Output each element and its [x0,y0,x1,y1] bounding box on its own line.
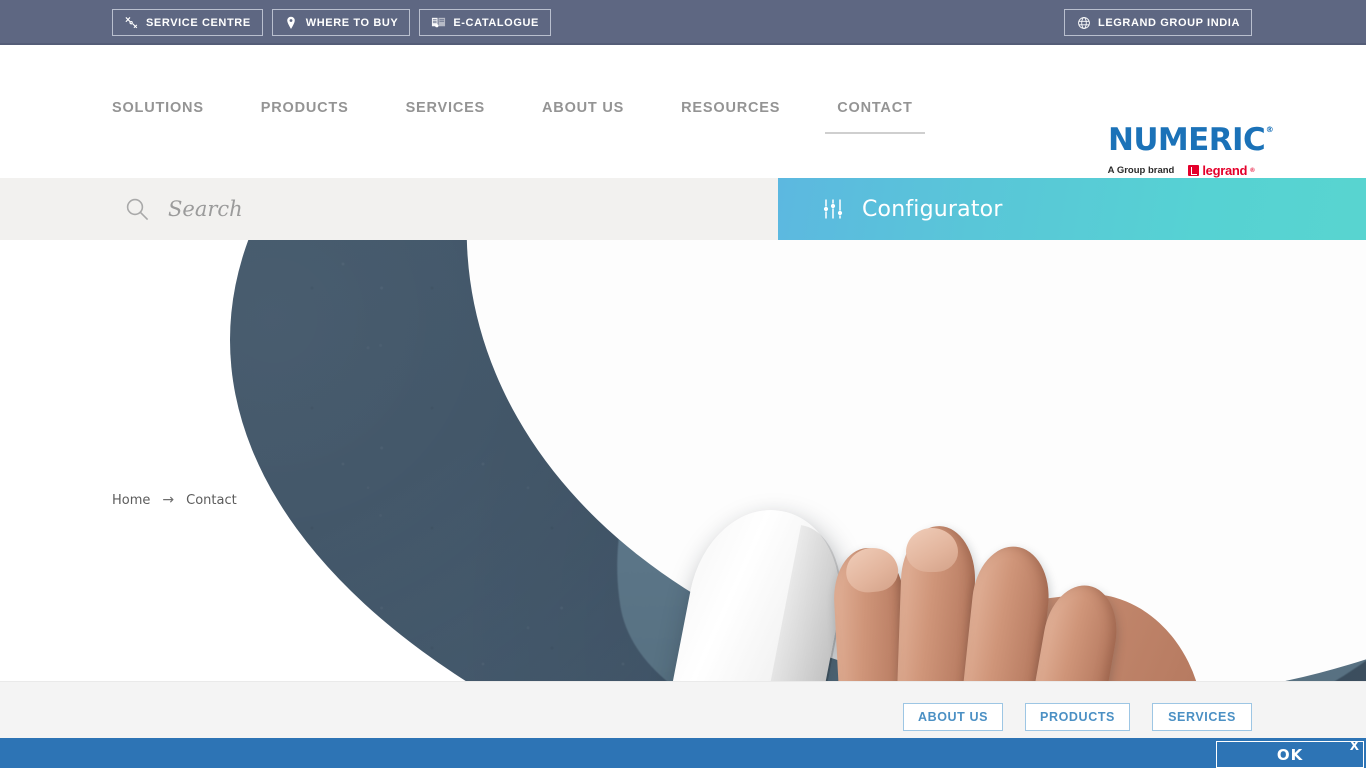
cookie-accept-label: OK [1276,745,1304,764]
breadcrumb-item-contact: Contact [186,492,237,508]
quick-link-about-us[interactable]: ABOUT US [902,703,1004,731]
close-icon[interactable]: X [1350,739,1360,753]
footer-quick-link-strip: ABOUT US PRODUCTS SERVICES [0,681,1366,738]
logo-subline: A Group brand legrand ® [1107,163,1255,178]
utility-button-group: SERVICE CENTRE WHERE TO BUY E-CATALOGUE [112,9,551,36]
hero-section: Home → Contact [0,240,1366,681]
legrand-mark-icon [1188,165,1200,176]
nav-item-solutions[interactable]: SOLUTIONS [112,100,204,134]
nav-item-services[interactable]: SERVICES [406,100,485,134]
search-input[interactable] [168,189,778,229]
search-configurator-strip: Configurator [0,178,1366,240]
legrand-group-india-button[interactable]: LEGRAND GROUP INDIA [1064,9,1252,36]
configurator-button[interactable]: Configurator [778,178,1366,240]
site-logo[interactable]: NUMERIC ® A Group brand legrand ® [1107,125,1274,179]
e-catalogue-button[interactable]: E-CATALOGUE [419,9,551,36]
numeric-wordmark: NUMERIC ® [1108,122,1274,158]
configurator-label: Configurator [862,196,1003,222]
globe-icon [1076,15,1091,30]
cookie-accept-button[interactable]: OK X [1216,739,1364,768]
breadcrumb-arrow-icon: → [162,492,175,508]
numeric-wordmark-text: NUMERIC [1108,122,1266,158]
service-centre-button[interactable]: SERVICE CENTRE [112,9,263,36]
nav-item-about-us[interactable]: ABOUT US [542,100,624,134]
nav-item-resources[interactable]: RESOURCES [681,100,780,134]
region-label: LEGRAND GROUP INDIA [1098,16,1240,29]
primary-navigation: SOLUTIONS PRODUCTS SERVICES ABOUT US RES… [112,100,926,134]
location-pin-icon [284,15,299,30]
service-centre-label: SERVICE CENTRE [146,16,251,29]
region-selector-group: LEGRAND GROUP INDIA [1064,9,1252,36]
quick-link-products[interactable]: PRODUCTS [1025,703,1130,731]
nav-item-products[interactable]: PRODUCTS [261,100,349,134]
legrand-wordmark: legrand [1202,163,1248,178]
top-utility-bar: SERVICE CENTRE WHERE TO BUY E-CATALOGUE … [0,0,1366,45]
legrand-trademark: ® [1250,167,1255,174]
tools-icon [124,15,139,30]
quick-link-group: ABOUT US PRODUCTS SERVICES [902,703,1252,731]
nav-item-contact[interactable]: CONTACT [825,100,926,134]
group-brand-text: A Group brand [1107,165,1175,176]
hand [760,524,1231,681]
cookie-notice-bar: OK X [0,738,1366,768]
legrand-logo: legrand ® [1188,163,1255,178]
where-to-buy-label: WHERE TO BUY [305,16,399,29]
catalogue-icon [431,15,446,30]
where-to-buy-button[interactable]: WHERE TO BUY [271,9,411,36]
breadcrumb: Home → Contact [112,492,237,508]
middle-fingernail [906,528,958,572]
e-catalogue-label: E-CATALOGUE [453,16,539,29]
search-icon[interactable] [124,196,150,222]
main-header: SOLUTIONS PRODUCTS SERVICES ABOUT US RES… [0,45,1366,178]
registered-trademark: ® [1265,125,1274,134]
search-bar [0,178,778,240]
hero-photo [230,240,1366,681]
breadcrumb-item-home[interactable]: Home [112,493,150,508]
quick-link-services[interactable]: SERVICES [1152,703,1252,731]
sliders-icon [821,197,845,221]
